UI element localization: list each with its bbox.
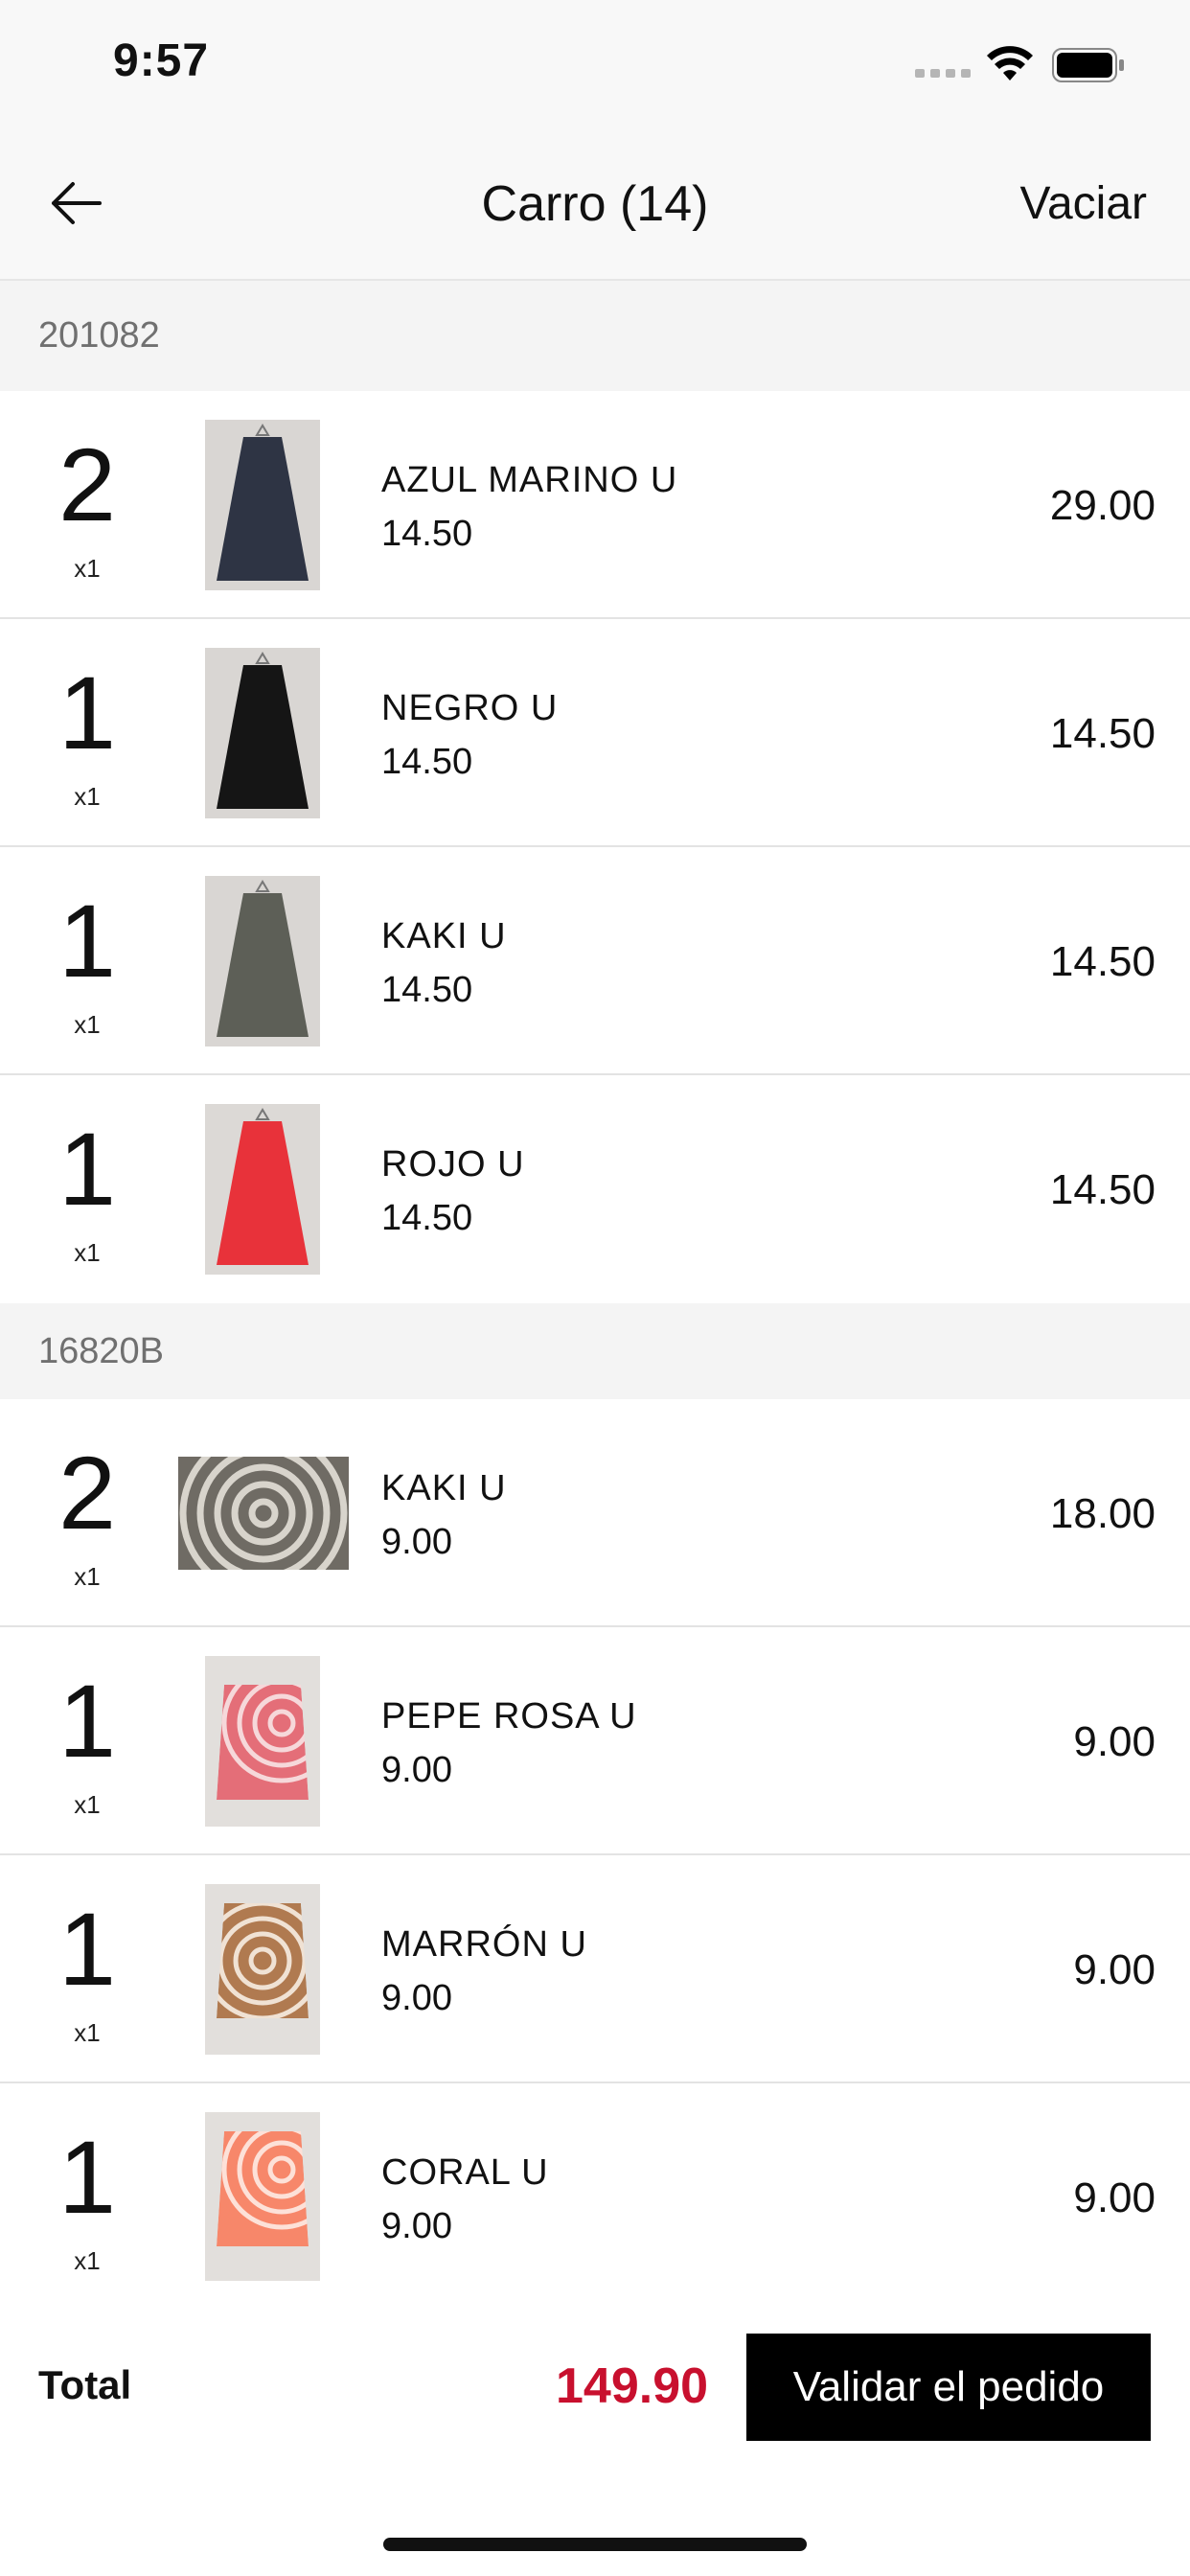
total-label: Total (38, 2362, 132, 2407)
item-line-total: 18.00 (1049, 1490, 1156, 1537)
product-thumbnail (205, 648, 320, 818)
validate-order-button[interactable]: Validar el pedido (746, 2334, 1151, 2441)
cart-item-row[interactable]: 1 x1 MARRÓN U 9.00 9.00 (0, 1855, 1190, 2083)
clear-cart-button[interactable]: Vaciar (1020, 177, 1148, 230)
item-name: ROJO U (381, 1144, 525, 1184)
cellular-signal-icon (915, 69, 971, 78)
product-thumbnail (205, 1656, 320, 1827)
item-name: KAKI U (381, 916, 507, 956)
cart-item-row[interactable]: 1 x1 PEPE ROSA U 9.00 9.00 (0, 1627, 1190, 1855)
item-multiplier: x1 (74, 2018, 101, 2047)
item-multiplier: x1 (74, 554, 101, 583)
item-unit-price: 14.50 (381, 1198, 473, 1238)
product-thumbnail (205, 876, 320, 1046)
product-thumbnail (205, 1884, 320, 2055)
item-quantity: 1 (57, 1663, 117, 1779)
battery-icon (1052, 48, 1124, 82)
item-unit-price: 14.50 (381, 970, 473, 1010)
item-quantity: 1 (57, 2119, 117, 2235)
product-thumbnail (178, 1457, 349, 1570)
item-unit-price: 9.00 (381, 1750, 452, 1790)
item-multiplier: x1 (74, 782, 101, 811)
item-quantity: 1 (57, 883, 117, 999)
wifi-icon (987, 46, 1033, 80)
item-line-total: 9.00 (1073, 1718, 1156, 1765)
item-unit-price: 9.00 (381, 1978, 452, 2018)
item-name: AZUL MARINO U (381, 460, 678, 500)
item-quantity: 1 (57, 1111, 117, 1227)
item-multiplier: x1 (74, 1562, 101, 1591)
item-unit-price: 14.50 (381, 742, 473, 782)
product-thumbnail (205, 420, 320, 590)
item-line-total: 14.50 (1049, 1166, 1156, 1213)
section-header: 201082 (0, 281, 1190, 391)
item-line-total: 9.00 (1073, 1946, 1156, 1993)
item-name: KAKI U (381, 1468, 507, 1508)
item-multiplier: x1 (74, 1790, 101, 1819)
item-line-total: 14.50 (1049, 710, 1156, 757)
item-multiplier: x1 (74, 1238, 101, 1267)
page-title: Carro (14) (481, 176, 709, 232)
item-line-total: 9.00 (1073, 2174, 1156, 2221)
product-thumbnail (205, 1104, 320, 1275)
cart-item-row[interactable]: 1 x1 KAKI U 14.50 14.50 (0, 847, 1190, 1075)
item-quantity: 2 (57, 1435, 117, 1551)
item-line-total: 29.00 (1049, 482, 1156, 529)
item-name: CORAL U (381, 2152, 549, 2193)
status-time: 9:57 (113, 35, 210, 86)
item-unit-price: 9.00 (381, 2206, 452, 2246)
total-value: 149.90 (556, 2358, 709, 2414)
item-name: PEPE ROSA U (381, 1696, 637, 1736)
item-name: MARRÓN U (381, 1924, 587, 1965)
cart-item-row[interactable]: 1 x1 CORAL U 9.00 9.00 (0, 2083, 1190, 2312)
cart-item-row[interactable]: 2 x1 KAKI U 9.00 18.00 (0, 1399, 1190, 1627)
status-bar: 9:57 (0, 0, 1190, 129)
product-thumbnail (205, 2112, 320, 2283)
item-quantity: 2 (57, 426, 117, 542)
item-multiplier: x1 (74, 1010, 101, 1039)
item-unit-price: 14.50 (381, 514, 473, 554)
nav-header: Carro (14) Vaciar (0, 129, 1190, 281)
home-indicator[interactable] (383, 2538, 807, 2551)
item-quantity: 1 (57, 655, 117, 770)
item-line-total: 14.50 (1049, 938, 1156, 985)
cart-item-row[interactable]: 2 x1 AZUL MARINO U 14.50 29.00 (0, 391, 1190, 619)
checkout-footer: Total 149.90 Validar el pedido (0, 2281, 1190, 2576)
item-name: NEGRO U (381, 688, 559, 728)
cart-item-row[interactable]: 1 x1 ROJO U 14.50 14.50 (0, 1075, 1190, 1303)
item-quantity: 1 (57, 1891, 117, 2007)
item-multiplier: x1 (74, 2246, 101, 2275)
section-header: 16820B (0, 1303, 1190, 1399)
cart-item-row[interactable]: 1 x1 NEGRO U 14.50 14.50 (0, 619, 1190, 847)
item-unit-price: 9.00 (381, 1522, 452, 1562)
